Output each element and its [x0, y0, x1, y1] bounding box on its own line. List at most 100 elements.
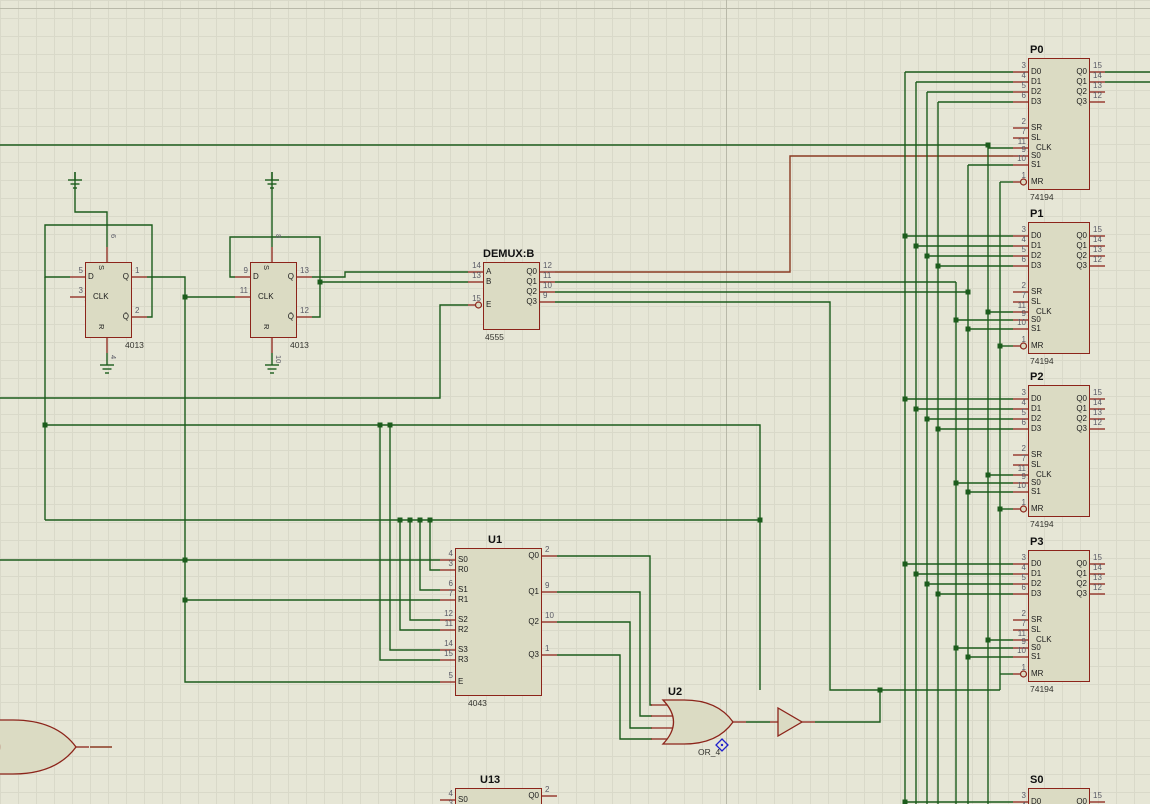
ic-part-label: 4013: [290, 340, 309, 350]
pin-number: 3: [1021, 791, 1026, 800]
pin-number: 13: [472, 271, 481, 280]
pin-name: SR: [1031, 615, 1043, 624]
pin-name: S0: [1031, 643, 1041, 652]
pin-number: 12: [1093, 418, 1102, 427]
pin-name: R0: [458, 565, 469, 574]
pin-number: 2: [1021, 444, 1026, 453]
pin-number: 3: [448, 799, 453, 804]
pin-name: Q3: [1076, 261, 1087, 270]
pin-name: Q3: [526, 297, 537, 306]
pin-number: 15: [1093, 553, 1102, 562]
pin-name: S0: [458, 555, 468, 564]
pin-number: 2: [1021, 281, 1026, 290]
pin-number: 9: [1021, 145, 1026, 154]
pin-number: 9: [543, 291, 548, 300]
ic-part-label: 4043: [468, 698, 487, 708]
pin-number: 12: [444, 609, 453, 618]
pin-name: D3: [1031, 97, 1042, 106]
pin-number: 2: [1021, 609, 1026, 618]
pin-number: 1: [135, 266, 140, 275]
pin-number: 12: [1093, 255, 1102, 264]
pin-number: 3: [448, 559, 453, 568]
pin-name: S1: [1031, 487, 1041, 496]
pin-name: Q2: [526, 287, 537, 296]
pin-name: E: [458, 677, 464, 686]
pin-number: 9: [1021, 472, 1026, 481]
pin-name: Q1: [1076, 241, 1087, 250]
pin-number: 6: [1021, 255, 1026, 264]
ic-refdes-label: P2: [1030, 371, 1044, 383]
pin-number: 12: [300, 306, 309, 315]
pin-name: S: [262, 265, 271, 271]
pin-number: 9: [243, 266, 248, 275]
pin-name: SR: [1031, 123, 1043, 132]
pin-name: S: [97, 265, 106, 271]
pin-number: 6: [1021, 583, 1026, 592]
pin-name: Q3: [1076, 97, 1087, 106]
pin-number: 2: [545, 785, 550, 794]
pin-name: SR: [1031, 287, 1043, 296]
pin-number: 1: [1021, 171, 1026, 180]
pin-name: MR: [1031, 341, 1044, 350]
pin-name: Q1: [526, 277, 537, 286]
pin-number: 4: [1021, 235, 1026, 244]
ic-part-label: 74194: [1030, 519, 1054, 529]
pin-number: 9: [1021, 309, 1026, 318]
pin-name: SR: [1031, 450, 1043, 459]
pin-name: Q0: [526, 267, 537, 276]
pin-name: D2: [1031, 579, 1042, 588]
pin-name: MR: [1031, 669, 1044, 678]
pin-name: D3: [1031, 424, 1042, 433]
pin-number: 14: [1093, 71, 1102, 80]
pin-name: E: [486, 300, 492, 309]
pin-name: S1: [1031, 324, 1041, 333]
pin-name: S1: [1031, 160, 1041, 169]
pin-name: Q: [122, 272, 129, 281]
pin-name: D2: [1031, 251, 1042, 260]
pin-name: SL: [1031, 625, 1041, 634]
component-layer: U2 OR_4 4013 5 D 3 CLK 1 Q 2 Q̄ 6 S 4 R 4013 9 D 11 CLK 13 Q 1…: [0, 0, 1150, 804]
pin-number: 7: [1021, 619, 1026, 628]
pin-number: 15: [1093, 791, 1102, 800]
pin-name: D0: [1031, 67, 1042, 76]
pin-name: R1: [458, 595, 469, 604]
pin-name: Q0: [528, 551, 539, 560]
pin-number: 14: [1093, 235, 1102, 244]
pin-number: 10: [1017, 318, 1026, 327]
pin-name: Q3: [528, 650, 539, 659]
pin-number: 11: [543, 271, 552, 280]
ic-refdes-label: DEMUX:B: [483, 248, 535, 260]
pin-number: 7: [1021, 291, 1026, 300]
schematic-canvas[interactable]: U2 OR_4 4013 5 D 3 CLK 1 Q 2 Q̄ 6 S 4 R 4013 9 D 11 CLK 13 Q 1…: [0, 0, 1150, 804]
pin-number: 6: [448, 579, 453, 588]
pin-number: 3: [1021, 388, 1026, 397]
pin-number: 13: [1093, 81, 1102, 90]
pin-name: Q0: [1076, 231, 1087, 240]
pin-name: B: [486, 277, 492, 286]
pin-number: 5: [1021, 81, 1026, 90]
pin-number: 5: [78, 266, 83, 275]
pin-name: Q1: [528, 587, 539, 596]
pin-name: Q1: [1076, 569, 1087, 578]
ic-part-label: 4555: [485, 332, 504, 342]
ic-refdes-label: U13: [480, 774, 501, 786]
pin-number: 3: [1021, 225, 1026, 234]
pin-name: Q̄: [287, 312, 294, 321]
pin-number: 12: [543, 261, 552, 270]
pin-name: S0: [1031, 151, 1041, 160]
ic-part-label: 74194: [1030, 356, 1054, 366]
pin-number: 15: [1093, 225, 1102, 234]
pin-number: 4: [448, 549, 453, 558]
pin-number: 15: [444, 649, 453, 658]
pin-name: A: [486, 267, 492, 276]
pin-name: SL: [1031, 460, 1041, 469]
pin-number: 7: [1021, 454, 1026, 463]
pin-name: SL: [1031, 297, 1041, 306]
pin-number: 14: [1093, 563, 1102, 572]
ic-refdes-label: U1: [488, 534, 503, 546]
pin-name: D1: [1031, 77, 1042, 86]
pin-number: 4: [1021, 398, 1026, 407]
pin-name: Q2: [1076, 251, 1087, 260]
pin-name: MR: [1031, 177, 1044, 186]
pin-name: R: [97, 324, 106, 330]
